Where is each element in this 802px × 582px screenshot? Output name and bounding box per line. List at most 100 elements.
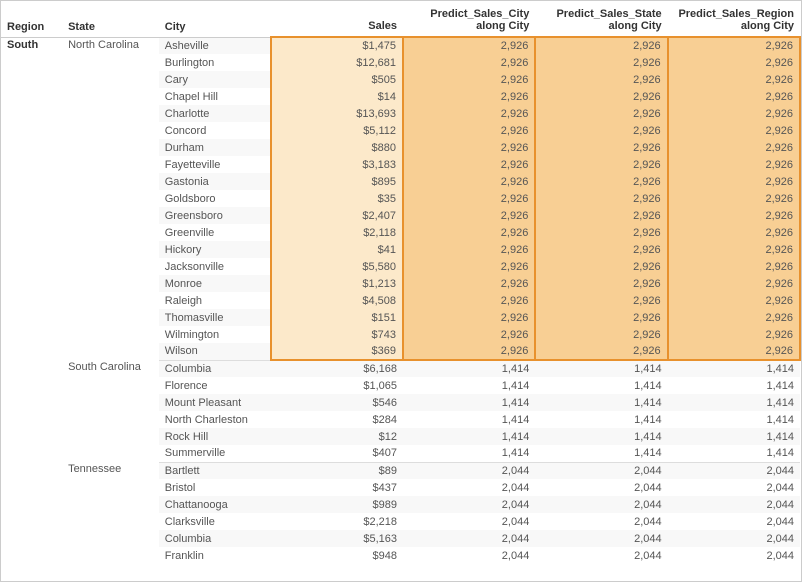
city-cell[interactable]: Mount Pleasant	[159, 394, 271, 411]
predict-region-cell[interactable]: 1,414	[668, 428, 800, 445]
predict-region-cell[interactable]: 1,414	[668, 377, 800, 394]
city-cell[interactable]: Wilmington	[159, 326, 271, 343]
predict-state-cell[interactable]: 2,926	[535, 292, 667, 309]
predict-state-cell[interactable]: 2,926	[535, 309, 667, 326]
predict-city-cell[interactable]: 1,414	[403, 394, 535, 411]
predict-city-cell[interactable]: 1,414	[403, 445, 535, 462]
header-predict-region[interactable]: Predict_Sales_Region along City	[668, 1, 800, 37]
sales-cell[interactable]: $1,213	[271, 275, 403, 292]
predict-region-cell[interactable]: 2,926	[668, 139, 800, 156]
city-cell[interactable]: Wilson	[159, 343, 271, 360]
city-cell[interactable]: Goldsboro	[159, 190, 271, 207]
predict-city-cell[interactable]: 2,926	[403, 139, 535, 156]
table-row[interactable]: Florence$1,0651,4141,4141,414	[1, 377, 800, 394]
predict-region-cell[interactable]: 2,926	[668, 37, 800, 54]
sales-cell[interactable]: $2,407	[271, 207, 403, 224]
sales-cell[interactable]: $13,693	[271, 105, 403, 122]
predict-city-cell[interactable]: 2,926	[403, 173, 535, 190]
predict-state-cell[interactable]: 2,926	[535, 207, 667, 224]
predict-city-cell[interactable]: 2,044	[403, 513, 535, 530]
predict-state-cell[interactable]: 2,926	[535, 88, 667, 105]
city-cell[interactable]: Columbia	[159, 360, 271, 377]
predict-city-cell[interactable]: 1,414	[403, 428, 535, 445]
sales-cell[interactable]: $1,475	[271, 37, 403, 54]
predict-region-cell[interactable]: 2,044	[668, 530, 800, 547]
table-row[interactable]: Goldsboro$352,9262,9262,926	[1, 190, 800, 207]
predict-state-cell[interactable]: 2,044	[535, 547, 667, 564]
predict-state-cell[interactable]: 2,926	[535, 258, 667, 275]
sales-cell[interactable]: $743	[271, 326, 403, 343]
table-row[interactable]: Bristol$4372,0442,0442,044	[1, 479, 800, 496]
predict-state-cell[interactable]: 1,414	[535, 411, 667, 428]
city-cell[interactable]: Bartlett	[159, 462, 271, 479]
predict-city-cell[interactable]: 2,044	[403, 496, 535, 513]
table-row[interactable]: TennesseeBartlett$892,0442,0442,044	[1, 462, 800, 479]
predict-city-cell[interactable]: 2,044	[403, 547, 535, 564]
state-cell[interactable]: Tennessee	[62, 462, 159, 479]
predict-city-cell[interactable]: 2,926	[403, 241, 535, 258]
predict-city-cell[interactable]: 1,414	[403, 360, 535, 377]
table-row[interactable]: Jacksonville$5,5802,9262,9262,926	[1, 258, 800, 275]
sales-cell[interactable]: $151	[271, 309, 403, 326]
sales-cell[interactable]: $5,112	[271, 122, 403, 139]
predict-region-cell[interactable]: 2,926	[668, 207, 800, 224]
city-cell[interactable]: North Charleston	[159, 411, 271, 428]
city-cell[interactable]: Greensboro	[159, 207, 271, 224]
sales-cell[interactable]: $948	[271, 547, 403, 564]
sales-cell[interactable]: $5,580	[271, 258, 403, 275]
predict-state-cell[interactable]: 2,044	[535, 496, 667, 513]
sales-cell[interactable]: $41	[271, 241, 403, 258]
predict-region-cell[interactable]: 2,926	[668, 292, 800, 309]
sales-cell[interactable]: $505	[271, 71, 403, 88]
table-row[interactable]: Columbia$5,1632,0442,0442,044	[1, 530, 800, 547]
sales-cell[interactable]: $284	[271, 411, 403, 428]
table-row[interactable]: Franklin$9482,0442,0442,044	[1, 547, 800, 564]
region-cell[interactable]: South	[1, 37, 62, 54]
predict-city-cell[interactable]: 2,926	[403, 275, 535, 292]
predict-state-cell[interactable]: 2,926	[535, 275, 667, 292]
table-row[interactable]: Monroe$1,2132,9262,9262,926	[1, 275, 800, 292]
city-cell[interactable]: Monroe	[159, 275, 271, 292]
city-cell[interactable]: Durham	[159, 139, 271, 156]
predict-region-cell[interactable]: 1,414	[668, 445, 800, 462]
table-row[interactable]: Durham$8802,9262,9262,926	[1, 139, 800, 156]
predict-state-cell[interactable]: 2,926	[535, 343, 667, 360]
predict-state-cell[interactable]: 2,926	[535, 224, 667, 241]
predict-city-cell[interactable]: 2,926	[403, 343, 535, 360]
predict-city-cell[interactable]: 2,926	[403, 105, 535, 122]
predict-city-cell[interactable]: 2,926	[403, 122, 535, 139]
predict-city-cell[interactable]: 2,926	[403, 190, 535, 207]
predict-city-cell[interactable]: 2,926	[403, 156, 535, 173]
table-row[interactable]: SouthNorth CarolinaAsheville$1,4752,9262…	[1, 37, 800, 54]
predict-state-cell[interactable]: 2,926	[535, 37, 667, 54]
sales-cell[interactable]: $437	[271, 479, 403, 496]
predict-state-cell[interactable]: 2,926	[535, 173, 667, 190]
predict-city-cell[interactable]: 2,926	[403, 326, 535, 343]
predict-region-cell[interactable]: 2,926	[668, 275, 800, 292]
table-row[interactable]: Summerville$4071,4141,4141,414	[1, 445, 800, 462]
predict-city-cell[interactable]: 2,926	[403, 258, 535, 275]
city-cell[interactable]: Cary	[159, 71, 271, 88]
predict-state-cell[interactable]: 2,926	[535, 139, 667, 156]
sales-cell[interactable]: $2,118	[271, 224, 403, 241]
sales-cell[interactable]: $14	[271, 88, 403, 105]
predict-state-cell[interactable]: 1,414	[535, 360, 667, 377]
header-state[interactable]: State	[62, 1, 159, 37]
city-cell[interactable]: Bristol	[159, 479, 271, 496]
predict-city-cell[interactable]: 2,044	[403, 462, 535, 479]
table-row[interactable]: Mount Pleasant$5461,4141,4141,414	[1, 394, 800, 411]
header-predict-state[interactable]: Predict_Sales_State along City	[535, 1, 667, 37]
predict-region-cell[interactable]: 2,926	[668, 258, 800, 275]
city-cell[interactable]: Jacksonville	[159, 258, 271, 275]
city-cell[interactable]: Fayetteville	[159, 156, 271, 173]
sales-cell[interactable]: $546	[271, 394, 403, 411]
predict-state-cell[interactable]: 1,414	[535, 377, 667, 394]
predict-region-cell[interactable]: 2,926	[668, 224, 800, 241]
table-row[interactable]: Burlington$12,6812,9262,9262,926	[1, 54, 800, 71]
predict-state-cell[interactable]: 1,414	[535, 428, 667, 445]
header-sales[interactable]: Sales	[271, 1, 403, 37]
predict-state-cell[interactable]: 1,414	[535, 445, 667, 462]
predict-city-cell[interactable]: 2,926	[403, 54, 535, 71]
table-row[interactable]: Greenville$2,1182,9262,9262,926	[1, 224, 800, 241]
sales-cell[interactable]: $4,508	[271, 292, 403, 309]
